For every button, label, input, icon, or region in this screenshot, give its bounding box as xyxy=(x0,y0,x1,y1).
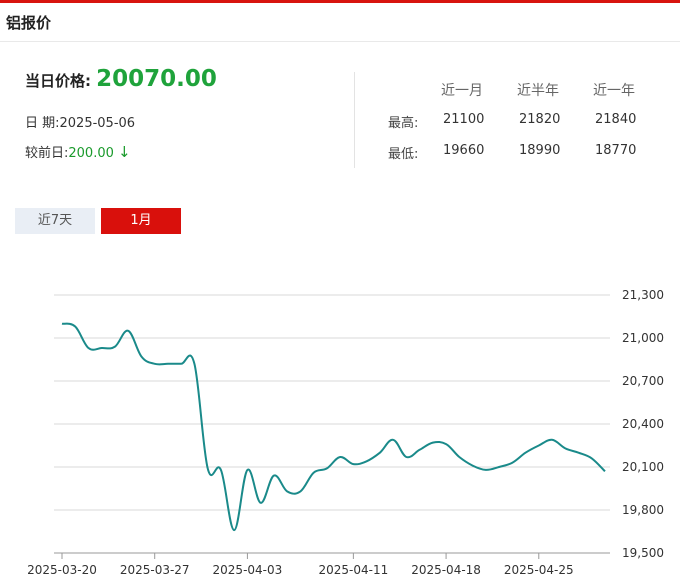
data-point xyxy=(470,463,476,469)
y-tick-label: 19,800 xyxy=(622,503,664,517)
data-point xyxy=(403,454,409,460)
y-tick-label: 20,400 xyxy=(622,417,664,431)
data-point xyxy=(125,328,131,334)
data-point xyxy=(218,467,224,473)
data-point xyxy=(536,443,542,449)
data-point xyxy=(112,344,118,350)
data-point xyxy=(165,361,171,367)
data-point xyxy=(417,447,423,453)
y-tick-label: 21,300 xyxy=(622,288,664,302)
price-line-chart: 19,500 19,800 20,100 20,400 20,700 21,000 21,3… xyxy=(27,288,664,577)
x-tick-label: 2025-04-18 xyxy=(411,563,481,577)
data-point xyxy=(311,470,317,476)
y-tick-label: 20,700 xyxy=(622,374,664,388)
y-tick-label: 20,100 xyxy=(622,460,664,474)
data-point xyxy=(191,361,197,367)
data-point xyxy=(337,454,343,460)
data-point xyxy=(85,345,91,351)
data-point xyxy=(99,345,105,351)
data-point xyxy=(72,324,78,330)
data-point xyxy=(576,450,582,456)
data-point xyxy=(602,468,608,474)
data-point xyxy=(562,445,568,451)
data-point xyxy=(483,467,489,473)
data-point xyxy=(589,455,595,461)
x-tick-label: 2025-04-03 xyxy=(213,563,283,577)
data-point xyxy=(350,461,356,467)
data-point xyxy=(59,321,65,327)
data-point xyxy=(231,527,237,533)
data-point xyxy=(549,437,555,443)
data-point xyxy=(377,450,383,456)
data-point xyxy=(390,437,396,443)
data-point xyxy=(284,488,290,494)
data-point xyxy=(271,473,277,479)
data-point xyxy=(297,488,303,494)
data-point xyxy=(523,450,529,456)
y-tick-label: 19,500 xyxy=(622,546,664,560)
data-point xyxy=(443,441,449,447)
data-point xyxy=(138,354,144,360)
data-point xyxy=(152,361,158,367)
x-tick-label: 2025-04-25 xyxy=(504,563,574,577)
data-point xyxy=(178,361,184,367)
data-point xyxy=(509,460,515,466)
x-tick-label: 2025-04-11 xyxy=(318,563,388,577)
x-tick-label: 2025-03-27 xyxy=(120,563,190,577)
data-point xyxy=(456,454,462,460)
y-tick-label: 21,000 xyxy=(622,331,664,345)
data-point xyxy=(324,465,330,471)
data-point xyxy=(496,464,502,470)
data-point xyxy=(364,458,370,464)
x-tick-label: 2025-03-20 xyxy=(27,563,97,577)
data-point xyxy=(258,500,264,506)
data-point xyxy=(205,465,211,471)
data-point xyxy=(244,467,250,473)
data-point xyxy=(430,440,436,446)
